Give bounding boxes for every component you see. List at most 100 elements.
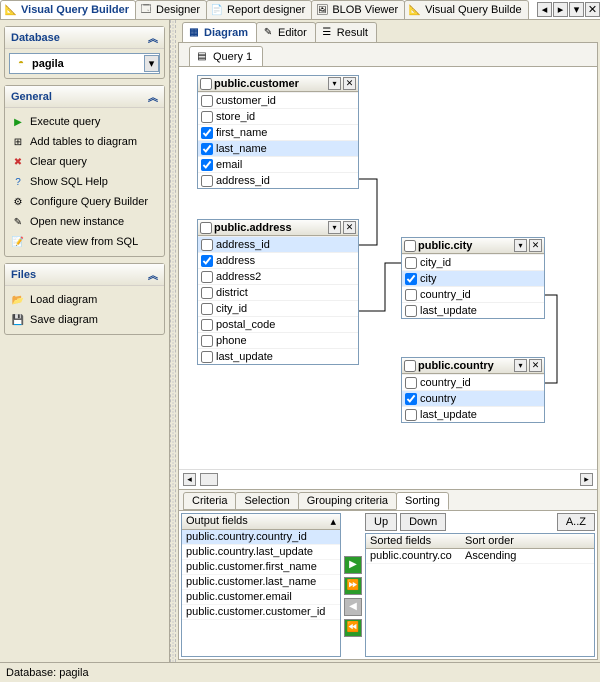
table-select-all[interactable] bbox=[404, 360, 416, 372]
column-row[interactable]: city bbox=[402, 270, 544, 286]
column-checkbox[interactable] bbox=[405, 257, 417, 269]
column-checkbox[interactable] bbox=[201, 319, 213, 331]
output-field-row[interactable]: public.customer.last_name bbox=[182, 575, 340, 590]
column-checkbox[interactable] bbox=[201, 143, 213, 155]
app-tab-vqb[interactable]: 📐 Visual Query Builder bbox=[0, 0, 136, 19]
column-row[interactable]: address bbox=[198, 252, 358, 268]
output-field-row[interactable]: public.customer.email bbox=[182, 590, 340, 605]
scroll-left-icon[interactable]: ◂ bbox=[183, 473, 196, 486]
table-select-all[interactable] bbox=[200, 78, 212, 90]
column-checkbox[interactable] bbox=[201, 287, 213, 299]
table-public-customer[interactable]: public.customer▾✕customer_idstore_idfirs… bbox=[197, 75, 359, 189]
canvas-hscroll[interactable]: ◂ ▸ bbox=[179, 469, 597, 489]
grid-tab-grouping-criteria[interactable]: Grouping criteria bbox=[298, 492, 397, 510]
dropdown-icon[interactable]: ▾ bbox=[144, 55, 159, 72]
column-checkbox[interactable] bbox=[201, 351, 213, 363]
column-checkbox[interactable] bbox=[201, 127, 213, 139]
table-menu-icon[interactable]: ▾ bbox=[328, 77, 341, 90]
action-show-sql-help[interactable]: ?Show SQL Help bbox=[9, 172, 160, 192]
table-close-icon[interactable]: ✕ bbox=[343, 221, 356, 234]
column-checkbox[interactable] bbox=[201, 335, 213, 347]
sorted-field-row[interactable]: public.country.coAscending bbox=[366, 549, 594, 564]
move-all-right-button[interactable]: ⏩ bbox=[344, 577, 362, 595]
move-left-button[interactable]: ◀ bbox=[344, 598, 362, 616]
table-close-icon[interactable]: ✕ bbox=[343, 77, 356, 90]
tabstrip-prev-button[interactable]: ◂ bbox=[537, 2, 552, 17]
action-save-diagram[interactable]: 💾Save diagram bbox=[9, 310, 160, 330]
table-menu-icon[interactable]: ▾ bbox=[514, 359, 527, 372]
output-fields-list[interactable]: Output fields▴ public.country.country_id… bbox=[181, 513, 341, 657]
output-field-row[interactable]: public.country.last_update bbox=[182, 545, 340, 560]
column-row[interactable]: district bbox=[198, 284, 358, 300]
tab-result[interactable]: ☰ Result bbox=[315, 22, 377, 42]
column-row[interactable]: country_id bbox=[402, 374, 544, 390]
table-public-address[interactable]: public.address▾✕address_idaddressaddress… bbox=[197, 219, 359, 365]
sorted-fields-list[interactable]: Sorted fields Sort order public.country.… bbox=[365, 533, 595, 657]
grid-tab-criteria[interactable]: Criteria bbox=[183, 492, 236, 510]
action-clear-query[interactable]: ✖Clear query bbox=[9, 152, 160, 172]
column-checkbox[interactable] bbox=[405, 409, 417, 421]
scroll-thumb[interactable] bbox=[200, 473, 218, 486]
column-row[interactable]: last_update bbox=[402, 302, 544, 318]
output-field-row[interactable]: public.customer.customer_id bbox=[182, 605, 340, 620]
column-row[interactable]: phone bbox=[198, 332, 358, 348]
app-tab-designer[interactable]: 🗔 Designer bbox=[135, 0, 207, 19]
panel-header-files[interactable]: Files ︽ bbox=[5, 264, 164, 286]
table-public-country[interactable]: public.country▾✕country_idcountrylast_up… bbox=[401, 357, 545, 423]
column-checkbox[interactable] bbox=[201, 303, 213, 315]
column-checkbox[interactable] bbox=[201, 239, 213, 251]
column-row[interactable]: city_id bbox=[198, 300, 358, 316]
tab-diagram[interactable]: ▦ Diagram bbox=[182, 22, 257, 42]
column-row[interactable]: last_update bbox=[198, 348, 358, 364]
action-load-diagram[interactable]: 📂Load diagram bbox=[9, 290, 160, 310]
column-checkbox[interactable] bbox=[405, 377, 417, 389]
table-select-all[interactable] bbox=[404, 240, 416, 252]
column-checkbox[interactable] bbox=[405, 289, 417, 301]
column-row[interactable]: email bbox=[198, 156, 358, 172]
column-row[interactable]: last_update bbox=[402, 406, 544, 422]
table-close-icon[interactable]: ✕ bbox=[529, 239, 542, 252]
column-row[interactable]: first_name bbox=[198, 124, 358, 140]
column-checkbox[interactable] bbox=[201, 95, 213, 107]
diagram-canvas[interactable]: public.customer▾✕customer_idstore_idfirs… bbox=[179, 67, 597, 469]
column-row[interactable]: address_id bbox=[198, 236, 358, 252]
tabstrip-close-button[interactable]: ✕ bbox=[585, 2, 600, 17]
grid-tab-selection[interactable]: Selection bbox=[235, 492, 298, 510]
app-tab-vqb2[interactable]: 📐 Visual Query Builde bbox=[404, 0, 528, 19]
column-checkbox[interactable] bbox=[201, 111, 213, 123]
move-all-left-button[interactable]: ⏪ bbox=[344, 619, 362, 637]
move-right-button[interactable]: ▶ bbox=[344, 556, 362, 574]
up-button[interactable]: Up bbox=[365, 513, 397, 531]
column-checkbox[interactable] bbox=[405, 305, 417, 317]
column-checkbox[interactable] bbox=[201, 255, 213, 267]
output-field-row[interactable]: public.customer.first_name bbox=[182, 560, 340, 575]
tabstrip-list-button[interactable]: ▾ bbox=[569, 2, 584, 17]
column-row[interactable]: city_id bbox=[402, 254, 544, 270]
column-row[interactable]: customer_id bbox=[198, 92, 358, 108]
app-tab-blob[interactable]: 🖼 BLOB Viewer bbox=[311, 0, 405, 19]
table-public-city[interactable]: public.city▾✕city_idcitycountry_idlast_u… bbox=[401, 237, 545, 319]
output-field-row[interactable]: public.country.country_id bbox=[182, 530, 340, 545]
column-row[interactable]: address2 bbox=[198, 268, 358, 284]
panel-header-general[interactable]: General ︽ bbox=[5, 86, 164, 108]
scroll-right-icon[interactable]: ▸ bbox=[580, 473, 593, 486]
column-checkbox[interactable] bbox=[201, 175, 213, 187]
table-menu-icon[interactable]: ▾ bbox=[514, 239, 527, 252]
action-create-view-from-sql[interactable]: 📝Create view from SQL bbox=[9, 232, 160, 252]
column-row[interactable]: store_id bbox=[198, 108, 358, 124]
action-execute-query[interactable]: ▶Execute query bbox=[9, 112, 160, 132]
column-row[interactable]: address_id bbox=[198, 172, 358, 188]
panel-header-database[interactable]: Database ︽ bbox=[5, 27, 164, 49]
action-add-tables-to-diagram[interactable]: ⊞Add tables to diagram bbox=[9, 132, 160, 152]
grid-tab-sorting[interactable]: Sorting bbox=[396, 492, 449, 510]
app-tab-report[interactable]: 📄 Report designer bbox=[206, 0, 312, 19]
column-checkbox[interactable] bbox=[405, 273, 417, 285]
query-tab-1[interactable]: ▤ Query 1 bbox=[189, 46, 263, 66]
column-checkbox[interactable] bbox=[405, 393, 417, 405]
action-open-new-instance[interactable]: ✎Open new instance bbox=[9, 212, 160, 232]
action-configure-query-builder[interactable]: ⚙Configure Query Builder bbox=[9, 192, 160, 212]
table-close-icon[interactable]: ✕ bbox=[529, 359, 542, 372]
az-button[interactable]: A..Z bbox=[557, 513, 595, 531]
column-row[interactable]: country_id bbox=[402, 286, 544, 302]
tabstrip-next-button[interactable]: ▸ bbox=[553, 2, 568, 17]
